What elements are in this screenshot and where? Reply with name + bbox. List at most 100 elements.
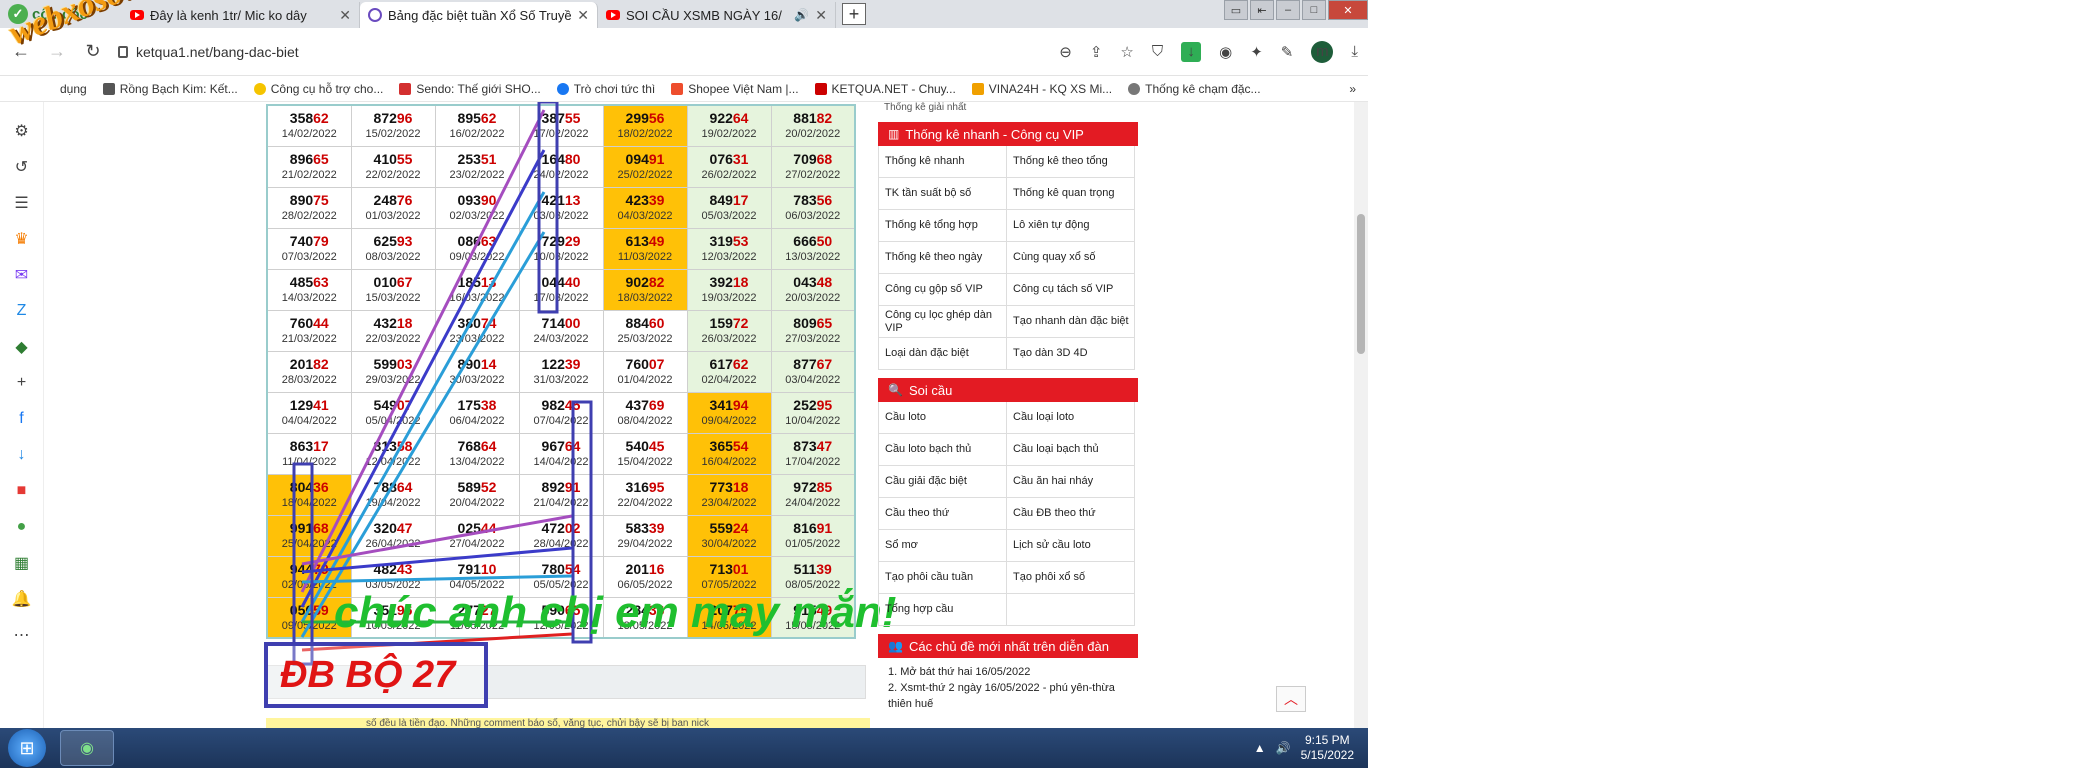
messenger-icon[interactable]: ✉ [11,264,33,286]
panel-link[interactable]: Tạo phôi xổ số [1007,562,1135,594]
downloads-icon[interactable]: ⤓ [1351,43,1358,60]
close-window-icon[interactable]: ✕ [1328,0,1368,20]
panel-link[interactable]: Thống kê theo ngày [879,242,1007,274]
panel-link[interactable]: Loại dàn đặc biệt [879,338,1007,370]
clock[interactable]: 9:15 PM 5/15/2022 [1301,733,1354,763]
adblock-icon[interactable]: ⛉ [1152,43,1163,60]
panel-link[interactable]: Tổng hợp cầu [879,594,1007,626]
share-icon[interactable]: ⇪ [1090,43,1103,61]
bookmark-item[interactable]: KETQUA.NET - Chuy... [814,82,956,96]
bookmark-star-icon[interactable]: ☆ [1120,43,1133,61]
game-icon[interactable]: ◆ [11,336,33,358]
close-icon[interactable]: ✕ [577,7,589,24]
panel-link[interactable]: Lô xiên tự động [1007,210,1135,242]
sheet-icon[interactable]: ▦ [11,552,33,574]
forum-item[interactable]: 1. Mở bát thứ hai 16/05/2022 [888,664,1138,680]
forward-arrow-icon[interactable]: → [46,41,68,62]
panel-link[interactable]: Cầu loại loto [1007,402,1135,434]
panel-link[interactable]: Lịch sử cầu loto [1007,530,1135,562]
panel-link[interactable]: Thống kê tổng hợp [879,210,1007,242]
crown-icon[interactable]: ♛ [11,228,33,250]
settings-icon[interactable]: ⚙ [11,120,33,142]
prize-number: 17538 [436,397,519,414]
panel-link[interactable]: Tạo phôi cầu tuần [879,562,1007,594]
zalo-icon[interactable]: Z [11,300,33,322]
download-side-icon[interactable]: ↓ [11,444,33,466]
bookmark-label: Shopee Việt Nam |... [688,81,799,96]
notification-bell-icon[interactable]: 🔔 [11,588,33,610]
scroll-to-top-button[interactable]: ︿ [1276,686,1306,712]
menu-icon[interactable]: ▭ [1224,0,1248,20]
taskbar-browser-button[interactable]: ◉ [60,730,114,766]
prize-cell: 88182 20/02/2022 [770,104,856,147]
bookmark-item[interactable]: Rồng Bạch Kim: Kết... [102,82,238,96]
prize-cell: 55924 30/04/2022 [686,514,772,557]
tab-youtube-2[interactable]: SOI CẦU XSMB NGÀY 16/ 🔊 ✕ [598,2,836,28]
panel-link[interactable]: Cầu ăn hai nháy [1007,466,1135,498]
forum-item[interactable]: 2. Xsmt-thứ 2 ngày 16/05/2022 - phú yên-… [888,680,1138,712]
panel-link[interactable]: Công cụ tách số VIP [1007,274,1135,306]
panel-link[interactable]: Cầu giải đặc biệt [879,466,1007,498]
maximize-icon[interactable]: □ [1302,0,1326,20]
more-icon[interactable]: ⋯ [11,624,33,646]
avatar[interactable]: m [1311,40,1334,63]
reload-icon[interactable]: ↻ [82,41,104,62]
panel-top-text[interactable]: Thống kê giải nhất [878,102,1138,114]
panel-link[interactable]: Tạo nhanh dàn đặc biệt [1007,306,1135,338]
new-tab-button[interactable]: + [842,3,866,25]
bookmark-item[interactable]: Trò chơi tức thì [556,82,655,96]
db-label-box: ĐB BỘ 27 [264,642,488,708]
add-icon[interactable]: + [11,372,33,394]
bookmark-item[interactable]: Shopee Việt Nam |... [671,81,799,96]
panel-link[interactable]: Thống kê nhanh [879,146,1007,178]
prize-date: 20/02/2022 [785,128,841,141]
bookmark-item[interactable]: VINA24H - KQ XS Mi... [971,82,1112,96]
prize-number: 31953 [688,233,771,250]
history-icon[interactable]: ↺ [11,156,33,178]
panel-link[interactable]: Cầu loại bạch thủ [1007,434,1135,466]
back-window-icon[interactable]: ⇤ [1250,0,1274,20]
tab-bang-dac-biet[interactable]: Bảng đặc biệt tuần Xổ Số Truyền Thống ✕ [360,2,598,28]
panel-link[interactable]: Cầu loto [879,402,1007,434]
minimize-icon[interactable]: – [1276,0,1300,20]
panel-link[interactable]: Cầu loto bạch thủ [879,434,1007,466]
close-icon[interactable]: ✕ [339,7,351,24]
panel-link[interactable]: Tạo dàn 3D 4D [1007,338,1135,370]
panel-link[interactable]: Công cụ gộp số VIP [879,274,1007,306]
url-field[interactable]: ketqua1.net/bang-dac-biet [118,44,938,60]
bookmark-item[interactable]: Thống kê chạm đặc... [1128,82,1261,96]
panel-link[interactable]: Thống kê theo tổng [1007,146,1135,178]
bookmarks-more-icon[interactable]: » [1349,82,1356,96]
panel-link[interactable]: Cầu theo thứ [879,498,1007,530]
panel-link[interactable]: Công cụ lọc ghép dàn VIP [879,306,1007,338]
panel-link[interactable]: Sổ mơ [879,530,1007,562]
scrollbar-thumb[interactable] [1357,214,1365,354]
bookmark-item[interactable]: dụng [60,82,87,96]
download-green-icon[interactable]: ↓ [1181,41,1202,62]
close-icon[interactable]: ✕ [815,7,827,24]
prize-number: 47202 [520,520,603,537]
prize-cell: 36554 16/04/2022 [686,432,772,475]
panel-link[interactable]: TK tần suất bộ số [879,178,1007,210]
panel-link[interactable]: Cùng quay xổ số [1007,242,1135,274]
bookmark-item[interactable]: Công cụ hỗ trợ cho... [253,82,383,96]
panel-link[interactable]: Cầu ĐB theo thứ [1007,498,1135,530]
network-icon[interactable]: ▲ [1254,741,1266,755]
speaker-icon[interactable]: 🔊 [794,8,809,22]
volume-icon[interactable]: 🔊 [1276,741,1291,755]
shopping-icon[interactable]: ■ [11,480,33,502]
soi-cau-title: Soi cầu [908,382,953,398]
page-scrollbar[interactable] [1354,102,1368,728]
edit-icon[interactable]: ✎ [1281,43,1294,61]
start-button[interactable]: ⊞ [8,729,46,767]
chrome-icon[interactable]: ◉ [1219,43,1232,61]
prize-date: 14/03/2022 [281,292,337,304]
facebook-icon[interactable]: f [11,408,33,430]
panel-link[interactable]: Thống kê quan trọng [1007,178,1135,210]
map-icon[interactable]: ● [11,516,33,538]
zoom-icon[interactable]: ⊖ [1059,43,1072,61]
tab-youtube-1[interactable]: Đây là kenh 1tr/ Mic ko dây ✕ [122,2,360,28]
extensions-icon[interactable]: ✦ [1250,43,1263,61]
list-icon[interactable]: ☰ [11,192,33,214]
bookmark-item[interactable]: Sendo: Thế giới SHO... [399,82,541,96]
